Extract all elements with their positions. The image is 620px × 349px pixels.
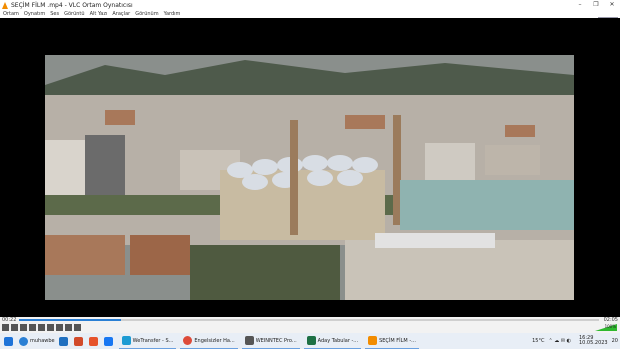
- extended-settings-icon[interactable]: [47, 324, 54, 331]
- seek-bar[interactable]: [19, 319, 599, 321]
- vlc-icon: [368, 336, 378, 345]
- taskbar-app-engelsizler[interactable]: Engelsizler Ha...: [180, 334, 238, 349]
- menu-item-help[interactable]: Yardım: [164, 11, 181, 17]
- taskbar-pinned-store[interactable]: [73, 334, 85, 348]
- stop-icon[interactable]: [20, 324, 27, 331]
- menu-item-playback[interactable]: Oynatım: [24, 11, 45, 17]
- app-label: Aday Tabular -...: [317, 337, 359, 344]
- facebook-icon: [103, 336, 113, 346]
- time-total: 02:05: [603, 317, 618, 323]
- store-icon: [73, 336, 83, 346]
- fullscreen-icon[interactable]: [38, 324, 45, 331]
- taskbar-pinned-facebook[interactable]: [103, 334, 115, 348]
- menu-item-media[interactable]: Ortam: [3, 11, 19, 17]
- window-controls: – ❐ ✕: [572, 0, 620, 10]
- loop-icon[interactable]: [65, 324, 72, 331]
- shuffle-icon[interactable]: [74, 324, 81, 331]
- taskbar-app-excel[interactable]: Aday Tabular -...: [303, 334, 362, 349]
- app-label: WeTransfer - S...: [132, 337, 174, 344]
- vlc-cone-icon: [2, 1, 8, 9]
- next-icon[interactable]: [29, 324, 36, 331]
- menu-item-tools[interactable]: Araçlar: [112, 11, 130, 17]
- previous-icon[interactable]: [11, 324, 18, 331]
- menu-item-video[interactable]: Görüntü: [64, 11, 84, 17]
- user-icon: [19, 336, 28, 346]
- clock[interactable]: 16:29 10.05.2023: [575, 336, 608, 346]
- title-bar: SEÇİM FİLM .mp4 - VLC Ortam Oynatıcısı –…: [0, 0, 620, 10]
- menu-bar: Ortam Oynatım Ses Görüntü Alt Yazı Araçl…: [0, 10, 620, 24]
- app-icon: [244, 336, 254, 345]
- app-label: SEÇİM FİLM -...: [379, 337, 416, 344]
- taskbar-pinned-mail[interactable]: [58, 334, 70, 348]
- user-profile[interactable]: muhawbe: [19, 334, 55, 348]
- window-title: SEÇİM FİLM .mp4 - VLC Ortam Oynatıcısı: [11, 1, 133, 9]
- minimize-button[interactable]: –: [572, 0, 588, 10]
- video-frame: [45, 55, 574, 300]
- start-button[interactable]: [4, 334, 15, 348]
- taskbar-pinned-office[interactable]: [88, 334, 100, 348]
- maximize-button[interactable]: ❐: [588, 0, 604, 10]
- chrome-icon: [183, 336, 193, 345]
- edge-icon: [121, 336, 131, 345]
- tray-icons[interactable]: ⌃ ☁ ✉ ◐: [548, 338, 571, 344]
- menu-item-view[interactable]: Görünüm: [135, 11, 158, 17]
- video-area[interactable]: [0, 18, 620, 317]
- menu-item-audio[interactable]: Ses: [50, 11, 59, 17]
- app-label: Engelsizler Ha...: [194, 337, 235, 344]
- taskbar-app-weinntec[interactable]: WEINNTEC Pro...: [241, 334, 300, 349]
- notification-count[interactable]: 20: [612, 338, 618, 344]
- taskbar: muhawbe WeTransfer - S... Engelsizler Ha…: [0, 333, 620, 349]
- system-tray: 15°C ⌃ ☁ ✉ ◐ 16:29 10.05.2023 20: [528, 333, 618, 349]
- user-name: muhawbe: [30, 338, 55, 344]
- playback-buttons: [2, 324, 83, 332]
- close-button[interactable]: ✕: [604, 0, 620, 10]
- pause-icon[interactable]: [2, 324, 9, 331]
- playlist-icon[interactable]: [56, 324, 63, 331]
- office-icon: [88, 336, 98, 346]
- app-label: WEINNTEC Pro...: [255, 337, 297, 344]
- excel-icon: [306, 336, 316, 345]
- clock-date: 10.05.2023: [578, 340, 608, 346]
- taskbar-app-wetransfer[interactable]: WeTransfer - S...: [118, 334, 177, 349]
- weather-temp[interactable]: 15°C: [532, 338, 544, 344]
- volume-label: 100%: [604, 324, 616, 329]
- player-controls: 00:22 02:05 100%: [0, 317, 620, 333]
- seek-fill: [19, 319, 122, 321]
- mail-icon: [58, 336, 68, 346]
- taskbar-app-vlc[interactable]: SEÇİM FİLM -...: [365, 334, 419, 349]
- windows-icon: [4, 336, 13, 346]
- menu-item-subtitle[interactable]: Alt Yazı: [90, 11, 108, 17]
- time-elapsed: 00:22: [2, 317, 17, 323]
